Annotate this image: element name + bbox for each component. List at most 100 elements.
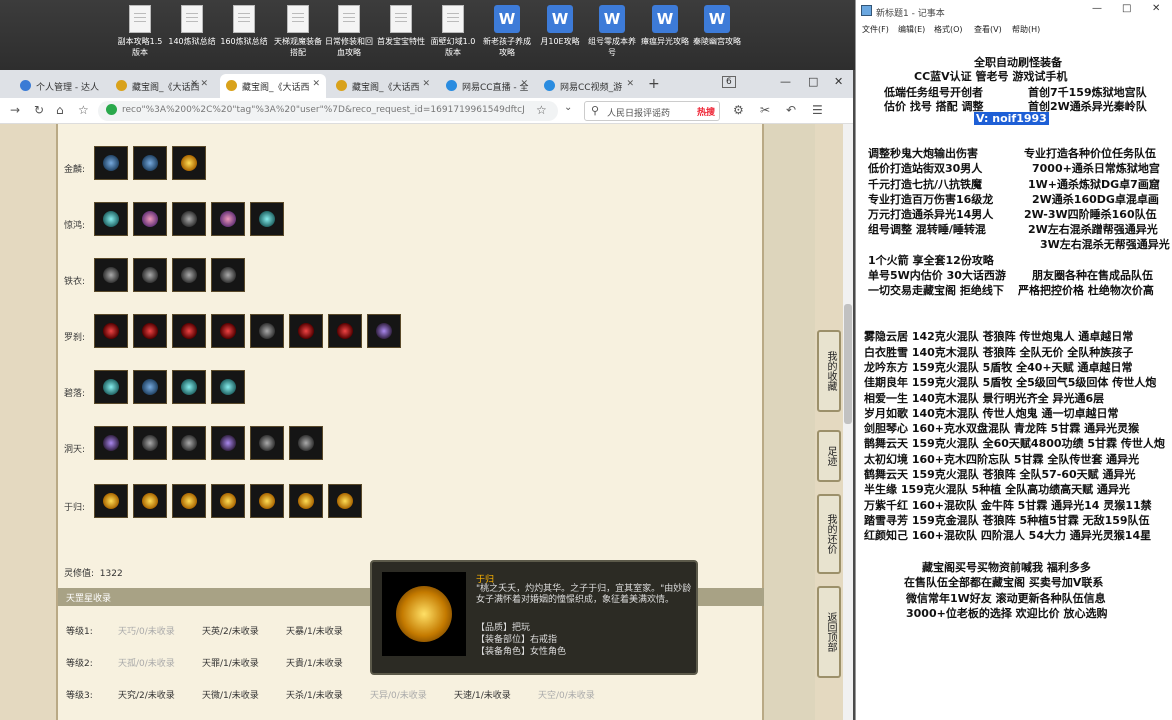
notepad-text-area[interactable]: V: noif1993 全职自动刷怪装备 CC蓝V认证 管老号 游戏试手机 低端任务…	[856, 40, 1172, 720]
tab-close-icon[interactable]: ✕	[626, 79, 634, 89]
equipment-item-icon[interactable]	[172, 426, 206, 460]
window-minimize-icon[interactable]: —	[780, 75, 791, 88]
tab-label: 藏宝阁_《大话西	[132, 83, 200, 93]
minimize-icon[interactable]: —	[1092, 3, 1102, 14]
menu-icon[interactable]: ☰	[812, 103, 823, 117]
desktop-icon-4[interactable]: 天梯观魔装备搭配	[272, 5, 324, 58]
equipment-item-icon[interactable]	[133, 314, 167, 348]
equipment-item-icon[interactable]	[94, 484, 128, 518]
star-icon[interactable]: ☆	[78, 103, 89, 117]
equipment-item-icon[interactable]	[211, 314, 245, 348]
equipment-item-icon[interactable]	[289, 426, 323, 460]
desktop-icon-3[interactable]: 160炼狱总结	[218, 5, 270, 47]
equipment-item-icon[interactable]	[172, 370, 206, 404]
equipment-item-icon[interactable]	[289, 314, 323, 348]
desktop-icon-7[interactable]: 面壁幻域1.0版本	[427, 5, 479, 58]
equipment-item-icon[interactable]	[211, 426, 245, 460]
equipment-item-icon[interactable]	[250, 314, 284, 348]
equipment-item-icon[interactable]	[94, 426, 128, 460]
equipment-item-icon[interactable]	[250, 202, 284, 236]
equipment-item-icon[interactable]	[289, 484, 323, 518]
bookmark-star-icon[interactable]: ☆	[536, 103, 547, 117]
tab-close-icon[interactable]: ✕	[422, 79, 430, 89]
equipment-item-icon[interactable]	[133, 258, 167, 292]
equipment-item-icon[interactable]	[172, 314, 206, 348]
wps-doc-icon: W	[494, 5, 520, 33]
footprint-button[interactable]: 足迹	[817, 430, 841, 482]
scrollbar-thumb[interactable]	[844, 304, 852, 424]
window-restore-icon[interactable]: □	[808, 75, 818, 88]
desktop-icon-10[interactable]: W 组号零成本养号	[586, 5, 638, 58]
tab-close-icon[interactable]: ✕	[312, 79, 320, 89]
notepad-line: 雾隐云居 142克火混队 苍狼阵 传世炮鬼人 通卓越日常	[864, 330, 1134, 343]
address-bar[interactable]: reco"%3A%200%2C%20"tag"%3A%20"user"%7D&r…	[98, 101, 558, 121]
cut-icon[interactable]: ✂	[760, 103, 770, 117]
tab-count-badge[interactable]: 6	[722, 76, 736, 88]
extension-icon[interactable]: ⚙	[733, 103, 744, 117]
my-collection-button[interactable]: 我的收藏	[817, 330, 841, 412]
desktop-icon-1[interactable]: 副本攻略1.5版本	[114, 5, 166, 58]
equipment-item-icon[interactable]	[211, 370, 245, 404]
equipment-item-icon[interactable]	[133, 146, 167, 180]
browser-tab-4[interactable]: 藏宝阁_《大话西 ✕	[330, 74, 436, 98]
close-icon[interactable]: ✕	[1152, 3, 1160, 14]
undo-icon[interactable]: ↶	[786, 103, 796, 117]
equipment-item-icon[interactable]	[94, 146, 128, 180]
equipment-item-icon[interactable]	[250, 426, 284, 460]
equipment-item-icon[interactable]	[94, 258, 128, 292]
scrollbar[interactable]	[843, 124, 853, 720]
equipment-item-icon[interactable]	[172, 146, 206, 180]
equipment-item-icon[interactable]	[94, 314, 128, 348]
browser-tab-2[interactable]: 藏宝阁_《大话西 ✕	[110, 74, 214, 98]
desktop-icon-5[interactable]: 日常修装和回血攻略	[323, 5, 375, 58]
tab-label: 个人管理 - 达人	[36, 83, 99, 93]
browser-tab-3[interactable]: 藏宝阁_《大话西 ✕	[220, 74, 326, 98]
equipment-item-icon[interactable]	[133, 426, 167, 460]
desktop-icon-2[interactable]: 140炼狱总结	[166, 5, 218, 47]
equipment-item-icon[interactable]	[211, 484, 245, 518]
notepad-app-icon	[861, 5, 872, 16]
equipment-item-icon[interactable]	[211, 258, 245, 292]
new-tab-icon[interactable]: +	[648, 76, 660, 92]
notepad-line: 一切交易走藏宝阁 拒绝线下	[868, 284, 1004, 297]
equipment-item-icon[interactable]	[133, 370, 167, 404]
notepad-menu-item[interactable]: 格式(O)	[934, 24, 963, 35]
equipment-item-icon[interactable]	[172, 202, 206, 236]
browser-tab-5[interactable]: 网易CC直播 - 全 ✕	[440, 74, 534, 98]
desktop-icon-11[interactable]: W 瘴瘟异光攻略	[639, 5, 691, 47]
desktop-icon-8[interactable]: W 新老孩子养成攻略	[481, 5, 533, 58]
notepad-line: 相爱一生 140克木混队 景行明光齐全 异光通6层	[864, 392, 1105, 405]
dropdown-chevron-icon[interactable]: ⌄	[564, 102, 572, 113]
equipment-item-icon[interactable]	[328, 314, 362, 348]
back-to-top-button[interactable]: 返回顶部	[817, 586, 841, 678]
equipment-item-icon[interactable]	[94, 202, 128, 236]
home-icon[interactable]: ⌂	[56, 103, 64, 117]
desktop-icon-12[interactable]: W 秦陵幽宫攻略	[691, 5, 743, 47]
reload-icon[interactable]: ↻	[34, 103, 44, 117]
equipment-item-icon[interactable]	[172, 258, 206, 292]
desktop-icon-6[interactable]: 首发宝宝特性	[375, 5, 427, 47]
search-box[interactable]: ⚲ 人民日报评谣药 热搜	[584, 101, 720, 121]
equipment-item-icon[interactable]	[94, 370, 128, 404]
browser-tab-6[interactable]: 网易CC视频_游 ✕	[538, 74, 640, 98]
tiangang-star-entry: 天速/1/未收录	[454, 691, 511, 701]
tab-close-icon[interactable]: ✕	[520, 79, 528, 89]
equipment-item-icon[interactable]	[133, 484, 167, 518]
back-icon[interactable]: →	[10, 103, 20, 117]
equipment-item-icon[interactable]	[328, 484, 362, 518]
my-offers-button[interactable]: 我的还价	[817, 494, 841, 574]
window-close-icon[interactable]: ✕	[834, 75, 843, 88]
maximize-icon[interactable]: □	[1122, 3, 1131, 14]
desktop-icon-9[interactable]: W 月10E攻略	[534, 5, 586, 47]
notepad-line: CC蓝V认证 管老号 游戏试手机	[914, 70, 1068, 83]
equipment-item-icon[interactable]	[172, 484, 206, 518]
equipment-item-icon[interactable]	[367, 314, 401, 348]
equipment-item-icon[interactable]	[211, 202, 245, 236]
equipment-item-icon[interactable]	[250, 484, 284, 518]
notepad-menu-item[interactable]: 文件(F)	[862, 24, 889, 35]
notepad-menu-item[interactable]: 编辑(E)	[898, 24, 925, 35]
equipment-item-icon[interactable]	[133, 202, 167, 236]
tab-close-icon[interactable]: ✕	[200, 79, 208, 89]
notepad-menu-item[interactable]: 帮助(H)	[1012, 24, 1040, 35]
notepad-menu-item[interactable]: 查看(V)	[974, 24, 1002, 35]
